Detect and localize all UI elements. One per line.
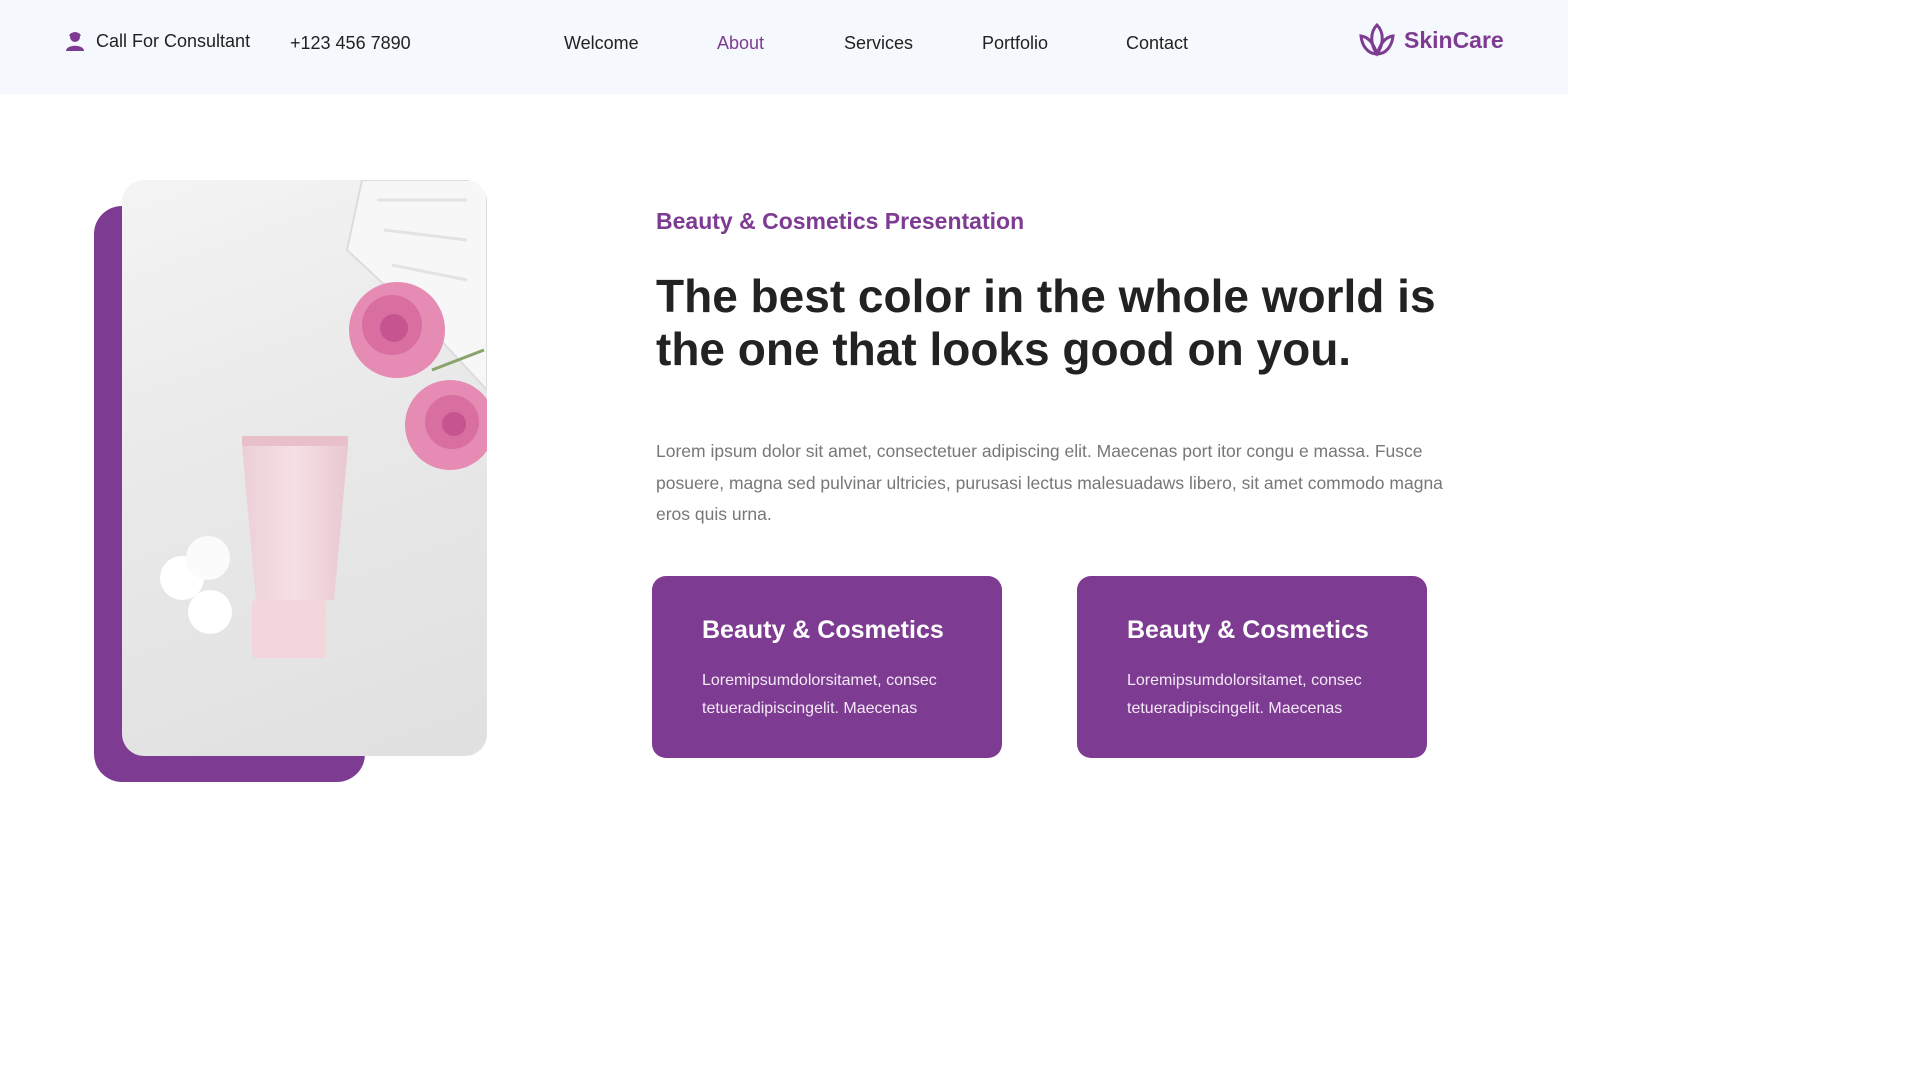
card-title: Beauty & Cosmetics <box>1127 616 1369 644</box>
consultant-contact[interactable]: Call For Consultant <box>64 30 250 52</box>
nav-welcome[interactable]: Welcome <box>564 33 639 54</box>
page-title: The best color in the whole world is the… <box>656 270 1436 375</box>
phone-number[interactable]: +123 456 7890 <box>290 33 411 54</box>
feature-card-2[interactable]: Beauty & Cosmetics Loremipsumdolorsitame… <box>1077 576 1427 758</box>
consult-label: Call For Consultant <box>96 30 251 51</box>
intro-paragraph: Lorem ipsum dolor sit amet, consectetuer… <box>656 441 1443 524</box>
card-text: Loremipsumdolorsitamet, consec tetueradi… <box>1127 672 1362 717</box>
lotus-icon <box>1358 22 1396 58</box>
card-title: Beauty & Cosmetics <box>702 616 944 644</box>
nav-about[interactable]: About <box>717 33 764 54</box>
nav-portfolio[interactable]: Portfolio <box>982 33 1048 54</box>
brand-name: SkinCare <box>1404 26 1504 53</box>
section-subtitle: Beauty & Cosmetics Presentation <box>656 208 1025 234</box>
nav-services[interactable]: Services <box>844 33 913 54</box>
brand-logo[interactable]: SkinCare <box>1358 22 1504 58</box>
person-icon <box>64 30 86 52</box>
top-header: Call For Consultant +123 456 7890 Welcom… <box>0 0 1568 94</box>
feature-card-1[interactable]: Beauty & Cosmetics Loremipsumdolorsitame… <box>652 576 1002 758</box>
product-photo <box>122 180 487 756</box>
nav-contact[interactable]: Contact <box>1126 33 1188 54</box>
card-text: Loremipsumdolorsitamet, consec tetueradi… <box>702 672 937 717</box>
